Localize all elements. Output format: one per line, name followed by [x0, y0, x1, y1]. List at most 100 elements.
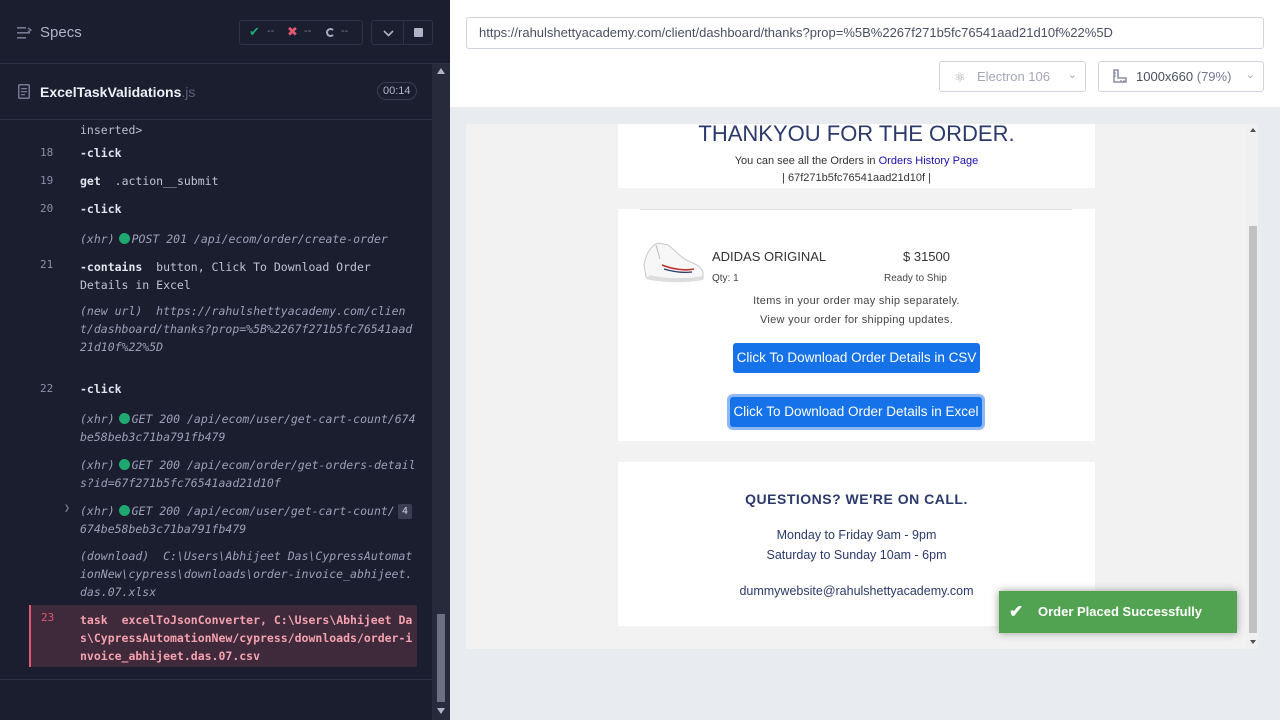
command-name: -click	[80, 382, 122, 396]
electron-icon: ⚛	[954, 70, 966, 85]
status-dot-icon	[118, 233, 130, 244]
app-scrollbar[interactable]	[1247, 124, 1258, 649]
event-type: (xhr)	[80, 504, 115, 518]
event-text: GET 200 /api/ecom/order/get-orders-detai…	[80, 458, 416, 490]
pending-count: --	[341, 25, 349, 37]
divider	[640, 209, 1072, 210]
x-icon: ✖	[287, 24, 298, 39]
command-log: inserted> 18 -click 19 get .action__subm…	[0, 121, 432, 676]
success-toast[interactable]: ✔ Order Placed Successfully	[999, 591, 1237, 633]
event-type: (download)	[80, 549, 150, 563]
command-message: excelToJsonConverter, C:\Users\Abhijeet …	[80, 613, 413, 663]
shipping-note: Items in your order may ship separately.	[753, 295, 960, 307]
request-count-badge: 4	[398, 504, 412, 519]
check-icon: ✔	[1009, 602, 1024, 621]
support-hours: Monday to Friday 9am - 9pm	[776, 528, 937, 542]
scroll-thumb[interactable]	[437, 614, 445, 702]
download-csv-button[interactable]: Click To Download Order Details in CSV	[733, 343, 980, 373]
xhr-log-row[interactable]: (xhr) GET 200 /api/ecom/user/get-cart-cou…	[80, 502, 396, 538]
passed-count: --	[267, 25, 275, 37]
stop-icon	[414, 28, 423, 37]
scroll-down-icon[interactable]	[437, 708, 445, 714]
test-stats: ✔ -- ✖ -- --	[239, 20, 363, 45]
shipping-note: View your order for shipping updates.	[759, 314, 954, 326]
command-number: 18	[40, 146, 54, 159]
url-bar[interactable]: https://rahulshettyacademy.com/client/da…	[466, 17, 1264, 49]
viewport-size: 1000x660 (79%)	[1136, 69, 1231, 84]
event-type: (xhr)	[80, 232, 115, 246]
command-number: 22	[40, 382, 54, 395]
command-keyword: get	[80, 174, 101, 188]
divider	[0, 679, 432, 680]
command-name: -click	[80, 146, 122, 160]
new-url-log-row[interactable]: (new url) https://rahulshettyacademy.com…	[80, 302, 416, 356]
browser-selector[interactable]: ⚛ Electron 106 ⌄	[939, 61, 1086, 92]
product-price: $ 31500	[903, 249, 950, 264]
pending-icon	[326, 28, 335, 37]
product-qty: Qty: 1	[712, 273, 739, 284]
event-type: (xhr)	[80, 458, 115, 472]
options-chevron-button[interactable]	[371, 20, 404, 45]
spec-file-bar: ExcelTaskValidations.js 00:14	[0, 65, 432, 120]
cypress-command-panel: Specs ✔ -- ✖ -- -- ExcelTaskValidations.…	[0, 0, 450, 720]
status-dot-icon	[118, 459, 130, 470]
viewport-selector[interactable]: 1000x660 (79%) ⌄	[1098, 61, 1264, 92]
command-name: get .action__submit	[80, 174, 219, 188]
status-dot-icon	[118, 413, 130, 424]
event-type: (new url)	[80, 304, 143, 318]
log-continuation: inserted>	[80, 123, 143, 137]
failed-command-text: task excelToJsonConverter, C:\Users\Abhi…	[80, 611, 416, 665]
product-name: ADIDAS ORIGINAL	[712, 249, 827, 264]
xhr-log-row[interactable]: (xhr) GET 200 /api/ecom/order/get-orders-…	[80, 456, 416, 492]
zoom-level: (79%)	[1196, 69, 1232, 84]
download-excel-button[interactable]: Click To Download Order Details in Excel	[730, 397, 982, 427]
scroll-up-icon[interactable]	[437, 68, 445, 74]
browser-name: Electron 106	[977, 69, 1050, 84]
command-log-scrollbar[interactable]	[432, 64, 450, 720]
chevron-down-icon: ⌄	[1245, 69, 1255, 81]
scroll-up-icon[interactable]	[1250, 128, 1256, 132]
orders-history-prefix: You can see all the Orders in	[734, 155, 876, 167]
download-log-row[interactable]: (download) C:\Users\Abhijeet Das\Cypress…	[80, 547, 416, 601]
support-hours: Saturday to Sunday 10am - 6pm	[766, 548, 947, 562]
scroll-thumb[interactable]	[1249, 226, 1257, 633]
failed-command-row[interactable]: 23 task excelToJsonConverter, C:\Users\A…	[29, 605, 417, 667]
product-image	[643, 242, 704, 283]
command-name: -click	[80, 202, 122, 216]
duration-badge: 00:14	[377, 82, 417, 100]
specs-bar: Specs ✔ -- ✖ -- --	[0, 0, 450, 64]
aut-header: https://rahulshettyacademy.com/client/da…	[450, 0, 1280, 107]
command-number: 23	[41, 611, 55, 624]
chevron-down-icon: ⌄	[1067, 69, 1077, 81]
command-number: 21	[40, 258, 54, 271]
xhr-log-row[interactable]: (xhr) POST 201 /api/ecom/order/create-ord…	[80, 230, 416, 248]
order-summary-card: ADIDAS ORIGINAL $ 31500 Qty: 1 Ready to …	[618, 209, 1095, 441]
command-keyword: task	[80, 613, 108, 627]
specs-menu-icon[interactable]	[17, 26, 32, 40]
questions-heading: QUESTIONS? WE'RE ON CALL.	[745, 491, 968, 507]
stop-button[interactable]	[403, 20, 433, 45]
ruler-icon	[1113, 69, 1127, 83]
command-number: 19	[40, 174, 54, 187]
failed-count: --	[304, 25, 312, 37]
order-id: | 67f271b5fc76541aad21d10f |	[782, 172, 931, 184]
command-message: .action__submit	[114, 174, 219, 188]
orders-history-text: You can see all the Orders in Orders His…	[618, 155, 1095, 167]
status-dot-icon	[118, 505, 130, 516]
check-icon: ✔	[249, 24, 260, 39]
chevron-down-icon	[383, 30, 394, 37]
specs-label[interactable]: Specs	[40, 24, 82, 41]
scroll-down-icon[interactable]	[1250, 640, 1256, 644]
event-text: GET 200 /api/ecom/user/get-cart-count/67…	[80, 412, 416, 444]
xhr-log-row[interactable]: (xhr) GET 200 /api/ecom/user/get-cart-cou…	[80, 410, 416, 446]
toast-message: Order Placed Successfully	[1038, 604, 1203, 619]
expand-caret-icon[interactable]: ❯	[64, 503, 70, 514]
document-icon	[18, 84, 30, 99]
thanks-card: THANKYOU FOR THE ORDER. You can see all …	[618, 124, 1095, 188]
event-text: POST 201 /api/ecom/order/create-order	[131, 232, 388, 246]
spec-file-name[interactable]: ExcelTaskValidations.js	[40, 84, 195, 100]
command-name: -contains button, Click To Download Orde…	[80, 258, 416, 294]
thanks-heading: THANKYOU FOR THE ORDER.	[698, 124, 1015, 146]
spec-file-ext: .js	[181, 84, 196, 100]
orders-history-link[interactable]: Orders History Page	[879, 155, 979, 167]
